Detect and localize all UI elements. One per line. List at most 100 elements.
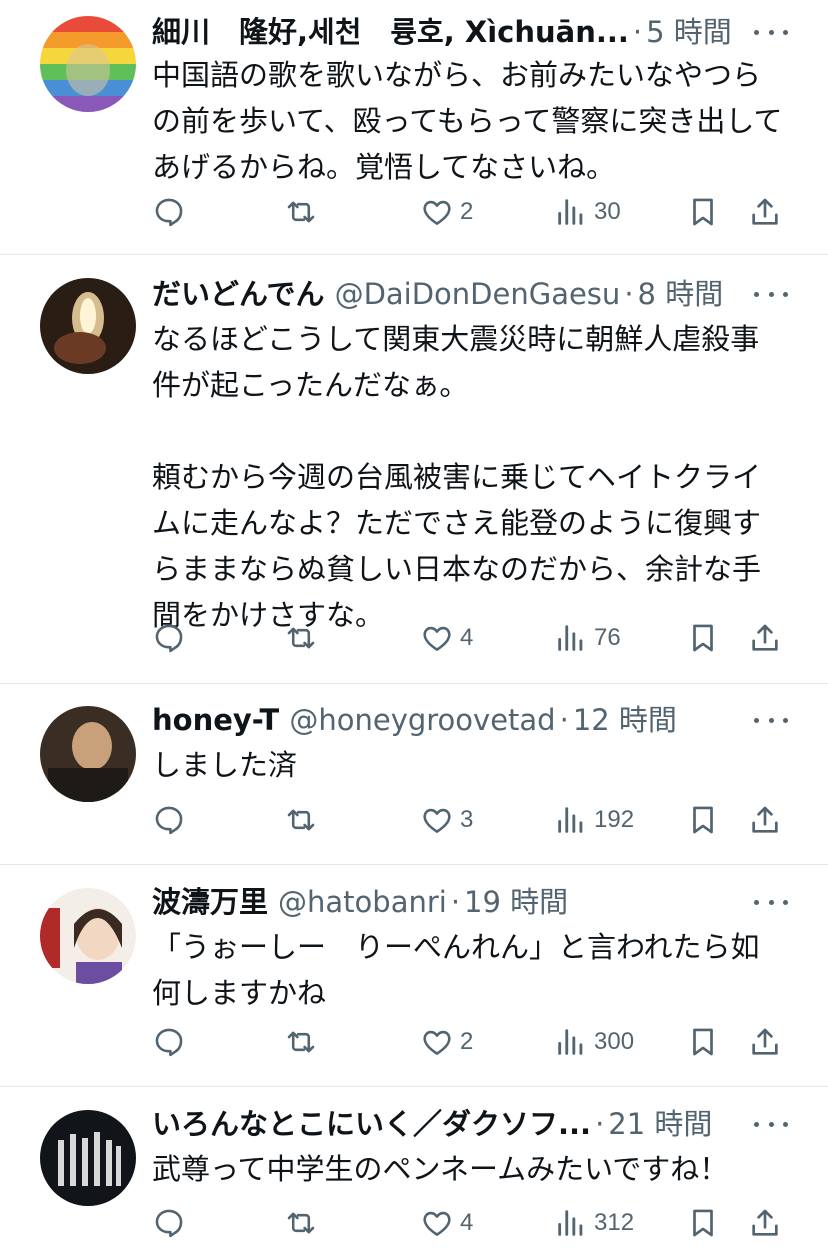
views-button[interactable]: 312: [554, 1203, 634, 1243]
like-button[interactable]: 4: [420, 618, 473, 658]
retweet-button[interactable]: [284, 800, 324, 840]
share-icon: [752, 198, 778, 225]
more-icon[interactable]: [754, 892, 788, 912]
view-count: 76: [594, 624, 621, 651]
reply-button[interactable]: [152, 618, 192, 658]
more-icon[interactable]: [754, 710, 788, 730]
like-count: 4: [460, 624, 474, 651]
reply-button[interactable]: [152, 800, 192, 840]
more-icon[interactable]: [754, 22, 788, 42]
bookmark-button[interactable]: [686, 1203, 720, 1243]
user-handle[interactable]: @honeygroovetad: [289, 700, 555, 740]
tweet-text: 武尊って中学生のペンネームみたいですね！: [152, 1152, 729, 1186]
like-button[interactable]: 2: [420, 192, 473, 232]
like-button[interactable]: 4: [420, 1203, 473, 1243]
user-handle[interactable]: @DaiDonDenGaesu: [335, 274, 621, 314]
tweet-header: だいどんでん @DaiDonDenGaesu · 8 時間: [152, 274, 748, 314]
display-name[interactable]: だいどんでん: [152, 274, 325, 314]
reply-icon: [155, 1028, 183, 1057]
views-button[interactable]: 30: [554, 192, 621, 232]
tweet-header: いろんなとこにいく／ダクソフ... · 21 時間: [152, 1104, 748, 1144]
bookmark-icon: [693, 198, 713, 226]
view-count: 312: [594, 1209, 635, 1236]
bookmark-icon: [693, 1209, 713, 1237]
bookmark-icon: [693, 1028, 713, 1056]
views-button[interactable]: 192: [554, 800, 634, 840]
avatar[interactable]: [40, 706, 136, 802]
bookmark-button[interactable]: [686, 1022, 720, 1062]
reply-feed: 細川 隆好,세천 륭호, Xìchuān... · 5 時間 中国語の歌を歌いな…: [0, 0, 828, 1248]
separator: ·: [450, 885, 461, 919]
like-icon: [423, 626, 451, 651]
retweet-button[interactable]: [284, 1203, 324, 1243]
share-button[interactable]: [748, 1203, 782, 1243]
avatar[interactable]: [40, 1110, 136, 1206]
views-button[interactable]: 76: [554, 618, 621, 658]
reply-button[interactable]: [152, 1022, 192, 1062]
views-icon: [558, 1029, 583, 1055]
divider: [0, 254, 828, 255]
like-count: 4: [460, 1209, 474, 1236]
separator: ·: [632, 15, 643, 49]
display-name[interactable]: 波濤万里: [152, 882, 268, 922]
reply-button[interactable]: [152, 192, 192, 232]
like-button[interactable]: 3: [420, 800, 473, 840]
separator: ·: [624, 277, 634, 311]
avatar[interactable]: [40, 888, 136, 984]
divider: [0, 683, 828, 684]
share-button[interactable]: [748, 1022, 782, 1062]
like-count: 2: [460, 1028, 474, 1055]
action-bar: 4 76: [152, 618, 792, 658]
retweet-icon: [287, 809, 315, 831]
view-count: 300: [594, 1028, 635, 1055]
divider: [0, 864, 828, 865]
share-button[interactable]: [748, 192, 782, 232]
timestamp[interactable]: 21 時間: [608, 1104, 712, 1144]
tweet-header: 波濤万里 @hatobanri · 19 時間: [152, 882, 748, 922]
reply-icon: [155, 1209, 183, 1238]
reply-button[interactable]: [152, 1203, 192, 1243]
retweet-button[interactable]: [284, 192, 324, 232]
timestamp[interactable]: 8 時間: [638, 274, 724, 314]
share-button[interactable]: [748, 618, 782, 658]
views-button[interactable]: 300: [554, 1022, 634, 1062]
timestamp[interactable]: 19 時間: [464, 882, 568, 922]
views-icon: [558, 807, 583, 833]
more-icon[interactable]: [754, 1114, 788, 1134]
timestamp[interactable]: 12 時間: [573, 700, 677, 740]
retweet-button[interactable]: [284, 1022, 324, 1062]
share-icon: [752, 1209, 778, 1236]
timestamp[interactable]: 5 時間: [646, 12, 732, 52]
reply-icon: [155, 198, 183, 227]
like-icon: [423, 1211, 451, 1236]
tweet-text: 中国語の歌を歌いながら、お前みたいなやつらの前を歩いて、殴ってもらって警察に突き…: [152, 58, 783, 184]
separator: ·: [595, 1107, 605, 1141]
user-handle[interactable]: @hatobanri: [278, 882, 447, 922]
views-icon: [558, 625, 583, 651]
display-name[interactable]: いろんなとこにいく／ダクソフ...: [152, 1104, 591, 1144]
bookmark-icon: [693, 806, 713, 834]
avatar[interactable]: [40, 16, 136, 112]
bookmark-button[interactable]: [686, 800, 720, 840]
view-count: 192: [594, 806, 635, 833]
retweet-icon: [287, 201, 315, 223]
bookmark-icon: [693, 624, 713, 652]
action-bar: 3 192: [152, 800, 792, 840]
tweet-text: しました済: [152, 748, 298, 782]
retweet-icon: [287, 1212, 315, 1234]
display-name[interactable]: honey-T: [152, 700, 279, 740]
tweet-header: honey-T @honeygroovetad · 12 時間: [152, 700, 748, 740]
tweet-text: なるほどこうして関東大震災時に朝鮮人虐殺事件が起こったんだなぁ。 頼むから今週の…: [152, 322, 762, 632]
view-count: 30: [594, 198, 621, 225]
bookmark-button[interactable]: [686, 192, 720, 232]
action-bar: 2 30: [152, 192, 792, 232]
display-name[interactable]: 細川 隆好,세천 륭호, Xìchuān...: [152, 12, 629, 52]
avatar[interactable]: [40, 278, 136, 374]
reply-icon: [155, 806, 183, 835]
more-icon[interactable]: [754, 284, 788, 304]
bookmark-button[interactable]: [686, 618, 720, 658]
share-button[interactable]: [748, 800, 782, 840]
like-button[interactable]: 2: [420, 1022, 473, 1062]
views-icon: [558, 1210, 583, 1236]
retweet-button[interactable]: [284, 618, 324, 658]
